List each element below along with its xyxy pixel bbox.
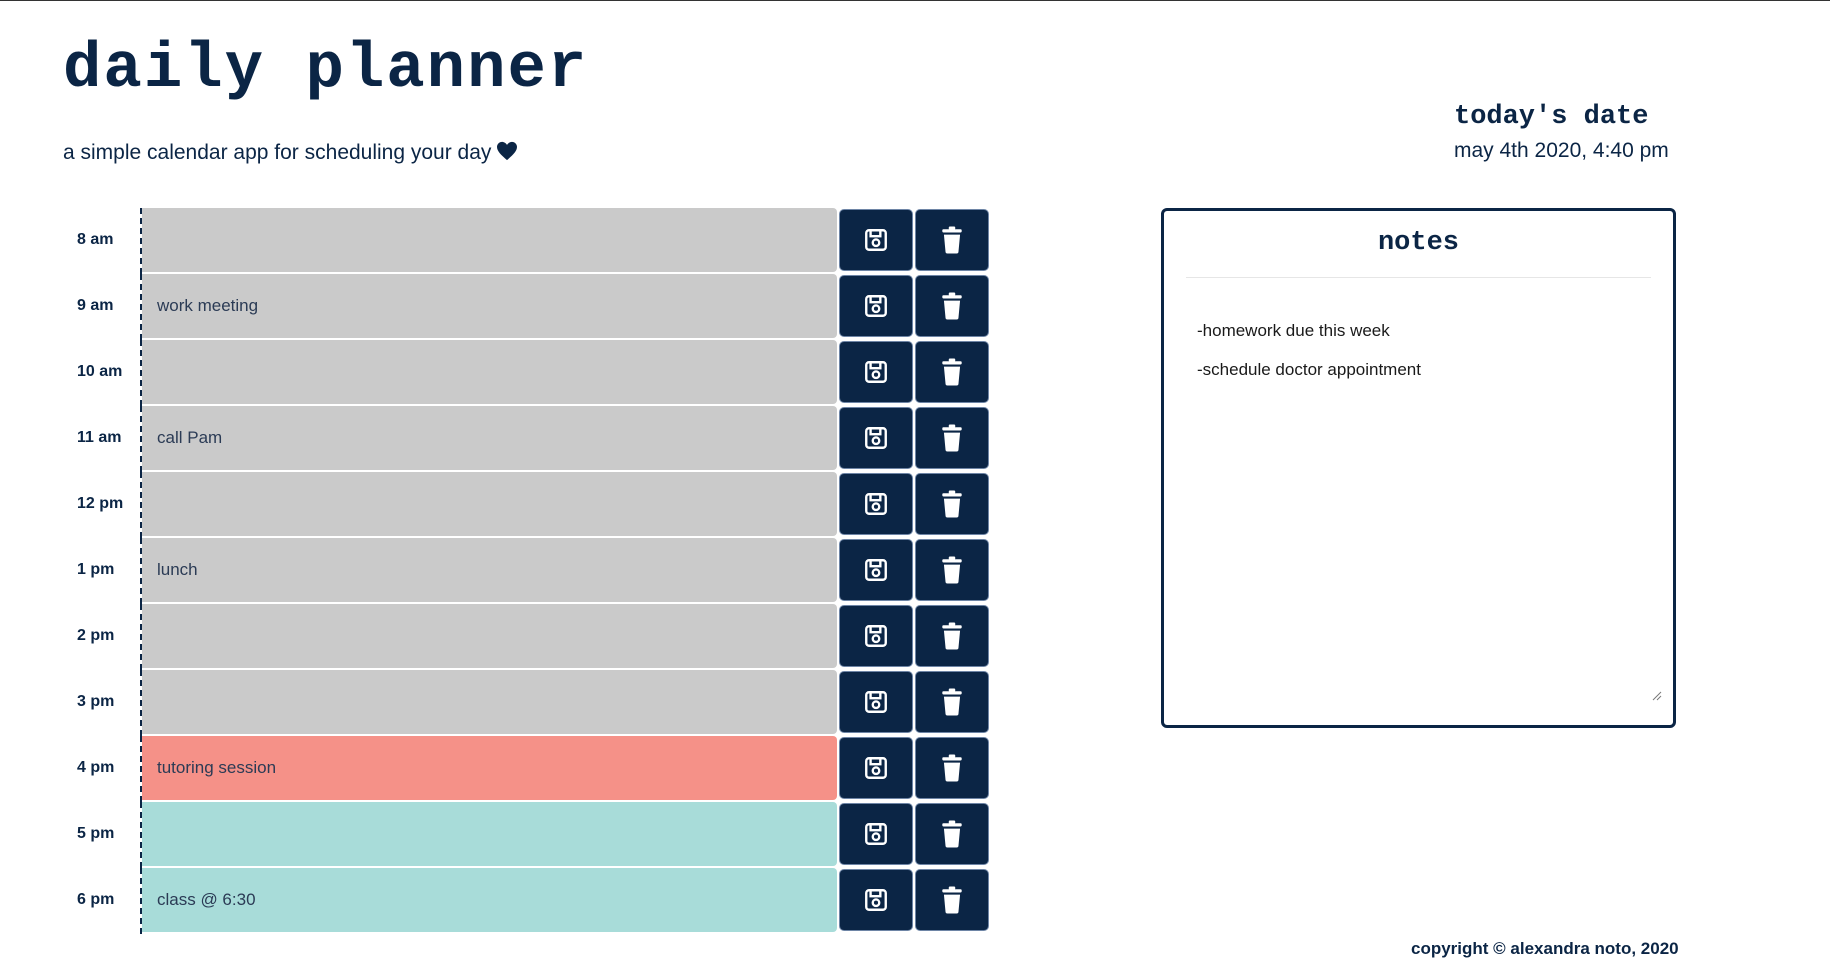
delete-button[interactable] (915, 275, 989, 337)
current-date: may 4th 2020, 4:40 pm (1454, 138, 1669, 162)
trash-icon (939, 292, 965, 320)
delete-button[interactable] (915, 341, 989, 403)
hour-row: 4 pm tutoring session (63, 736, 993, 802)
trash-icon (939, 424, 965, 452)
delete-button[interactable] (915, 473, 989, 535)
trash-icon (939, 886, 965, 914)
save-button[interactable] (839, 275, 913, 337)
save-icon (863, 755, 889, 781)
hour-entry-input[interactable]: call Pam (142, 406, 837, 470)
hour-entry-input[interactable] (142, 604, 837, 668)
planner: 8 am 9 am work meeting 10 am 11 am call Pam 12… (63, 208, 993, 934)
save-icon (863, 227, 889, 253)
save-icon (863, 557, 889, 583)
trash-icon (939, 820, 965, 848)
note-line: -homework due this week (1197, 321, 1390, 340)
notes-textarea[interactable]: -homework due this week -schedule doctor … (1197, 321, 1643, 695)
trash-icon (939, 490, 965, 518)
delete-button[interactable] (915, 209, 989, 271)
save-button[interactable] (839, 539, 913, 601)
hour-label: 4 pm (77, 759, 115, 776)
page-title: daily planner (63, 34, 589, 106)
hour-row: 6 pm class @ 6:30 (63, 868, 993, 934)
delete-button[interactable] (915, 605, 989, 667)
hour-entry-input[interactable] (142, 208, 837, 272)
delete-button[interactable] (915, 671, 989, 733)
hour-row: 11 am call Pam (63, 406, 993, 472)
subtitle-text: a simple calendar app for scheduling you… (63, 141, 492, 164)
hour-entry-input[interactable] (142, 802, 837, 866)
heart-icon (496, 141, 518, 167)
hour-row: 3 pm (63, 670, 993, 736)
trash-icon (939, 688, 965, 716)
save-icon (863, 359, 889, 385)
resize-handle-icon[interactable] (1650, 689, 1662, 701)
save-icon (863, 491, 889, 517)
hour-entry-input[interactable]: work meeting (142, 274, 837, 338)
trash-icon (939, 556, 965, 584)
hour-label: 2 pm (77, 627, 115, 644)
date-label: today's date (1454, 102, 1649, 132)
delete-button[interactable] (915, 737, 989, 799)
hour-row: 9 am work meeting (63, 274, 993, 340)
save-button[interactable] (839, 671, 913, 733)
trash-icon (939, 358, 965, 386)
trash-icon (939, 622, 965, 650)
hour-label: 8 am (77, 231, 114, 248)
hour-row: 1 pm lunch (63, 538, 993, 604)
hour-entry-input[interactable]: class @ 6:30 (142, 868, 837, 932)
hour-label: 5 pm (77, 825, 115, 842)
save-icon (863, 821, 889, 847)
hour-row: 10 am (63, 340, 993, 406)
notes-card: notes -homework due this week -schedule d… (1161, 208, 1676, 728)
hour-label: 9 am (77, 297, 114, 314)
save-button[interactable] (839, 341, 913, 403)
hour-label: 6 pm (77, 891, 115, 908)
trash-icon (939, 754, 965, 782)
save-button[interactable] (839, 737, 913, 799)
save-button[interactable] (839, 407, 913, 469)
hour-label: 1 pm (77, 561, 115, 578)
hour-label: 10 am (77, 363, 123, 380)
save-icon (863, 887, 889, 913)
hour-row: 5 pm (63, 802, 993, 868)
save-button[interactable] (839, 209, 913, 271)
save-icon (863, 425, 889, 451)
hour-entry-input[interactable]: lunch (142, 538, 837, 602)
save-button[interactable] (839, 605, 913, 667)
save-icon (863, 293, 889, 319)
hour-entry-input[interactable] (142, 340, 837, 404)
current-date-block: today's date may 4th 2020, 4:40 pm (1454, 102, 1669, 163)
hour-entry-input[interactable]: tutoring session (142, 736, 837, 800)
trash-icon (939, 226, 965, 254)
save-icon (863, 689, 889, 715)
save-icon (863, 623, 889, 649)
delete-button[interactable] (915, 869, 989, 931)
hour-entry-input[interactable] (142, 670, 837, 734)
hour-row: 12 pm (63, 472, 993, 538)
hour-row: 8 am (63, 208, 993, 274)
hour-entry-input[interactable] (142, 472, 837, 536)
page-subtitle: a simple calendar app for scheduling you… (63, 141, 518, 167)
hour-row: 2 pm (63, 604, 993, 670)
hour-label: 3 pm (77, 693, 115, 710)
save-button[interactable] (839, 803, 913, 865)
notes-title: notes (1377, 228, 1459, 258)
hour-label: 12 pm (77, 495, 124, 512)
top-border (0, 0, 1830, 1)
note-line: -schedule doctor appointment (1197, 360, 1421, 379)
delete-button[interactable] (915, 803, 989, 865)
hour-label: 11 am (77, 429, 122, 446)
notes-divider (1186, 276, 1651, 278)
save-button[interactable] (839, 869, 913, 931)
delete-button[interactable] (915, 539, 989, 601)
save-button[interactable] (839, 473, 913, 535)
delete-button[interactable] (915, 407, 989, 469)
footer-copyright: copyright © alexandra noto, 2020 (1411, 939, 1679, 958)
